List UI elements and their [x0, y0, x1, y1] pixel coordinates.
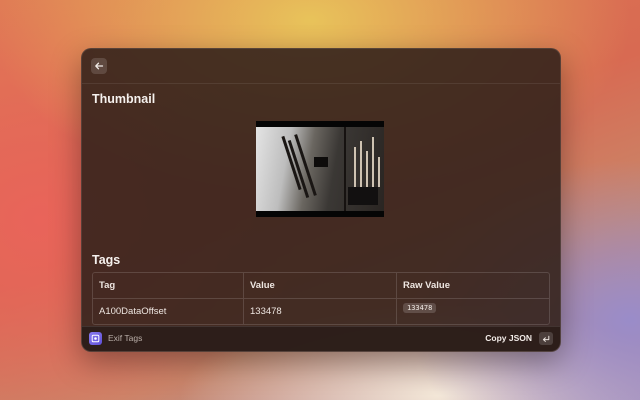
exif-app-icon — [89, 332, 102, 345]
tag-name-cell: A100DataOffset — [93, 299, 244, 324]
thumbnail-image — [256, 121, 384, 217]
top-bar — [82, 49, 560, 84]
app-name: Exif Tags — [108, 333, 143, 343]
tags-heading: Tags — [92, 253, 121, 267]
extension-window: Thumbnail Tags Tag Value Raw Value A100D… — [81, 48, 561, 352]
copy-json-button[interactable]: Copy JSON — [485, 333, 532, 343]
tag-raw-value-cell: 133478 — [397, 299, 549, 324]
enter-key-icon — [542, 335, 550, 342]
enter-key-button[interactable] — [539, 332, 553, 345]
table-row[interactable]: A100DataOffset 133478 133478 — [93, 299, 549, 324]
tag-value-cell: 133478 — [244, 299, 397, 324]
column-header-value: Value — [244, 273, 397, 298]
thumbnail-heading: Thumbnail — [92, 92, 156, 106]
frame-icon — [91, 334, 100, 343]
raw-value-badge: 133478 — [403, 302, 437, 313]
thumbnail-photo — [256, 127, 384, 211]
arrow-left-icon — [95, 62, 104, 70]
back-button[interactable] — [91, 58, 107, 74]
action-bar: Exif Tags Copy JSON — [82, 326, 560, 351]
column-header-tag: Tag — [93, 273, 244, 298]
tags-table: Tag Value Raw Value A100DataOffset 13347… — [92, 272, 550, 325]
table-header: Tag Value Raw Value — [93, 273, 549, 299]
column-header-raw-value: Raw Value — [403, 280, 450, 291]
